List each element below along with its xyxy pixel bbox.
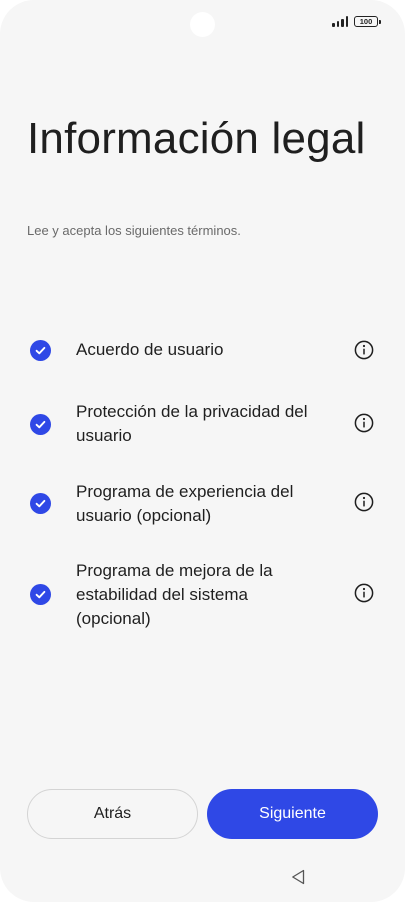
battery-level: 100 [359,16,373,26]
next-button[interactable]: Siguiente [207,789,378,839]
signal-icon [332,16,348,27]
page-subtitle: Lee y acepta los siguientes términos. [27,223,241,238]
check-circle-icon[interactable] [30,339,51,361]
back-button[interactable]: Atrás [27,789,198,839]
check-circle-icon[interactable] [30,584,51,605]
camera-cutout [190,12,215,37]
terms-item-label: Acuerdo de usuario [76,340,224,359]
terms-item-privacy[interactable]: Protección de la privacidad del usuario [0,400,405,448]
info-icon[interactable] [354,492,374,512]
info-icon[interactable] [354,413,374,433]
check-circle-icon[interactable] [30,413,51,435]
terms-item-label: Programa de experiencia del usuario (opc… [76,482,294,525]
terms-item-stability-program[interactable]: Programa de mejora de la estabilidad del… [0,559,405,631]
terms-item-user-agreement[interactable]: Acuerdo de usuario [0,338,405,362]
check-circle-icon[interactable] [30,492,51,514]
battery-icon: 100 [354,16,381,27]
phone-screen: 100 Información legal Lee y acepta los s… [0,0,405,902]
terms-item-label: Programa de mejora de la estabilidad del… [76,561,273,628]
info-icon[interactable] [354,583,374,603]
page-title: Información legal [27,114,366,163]
terms-item-label: Protección de la privacidad del usuario [76,402,308,445]
info-icon[interactable] [354,340,374,360]
back-triangle-icon[interactable] [290,868,306,886]
terms-item-experience-program[interactable]: Programa de experiencia del usuario (opc… [0,480,405,528]
status-bar: 100 [332,16,381,27]
